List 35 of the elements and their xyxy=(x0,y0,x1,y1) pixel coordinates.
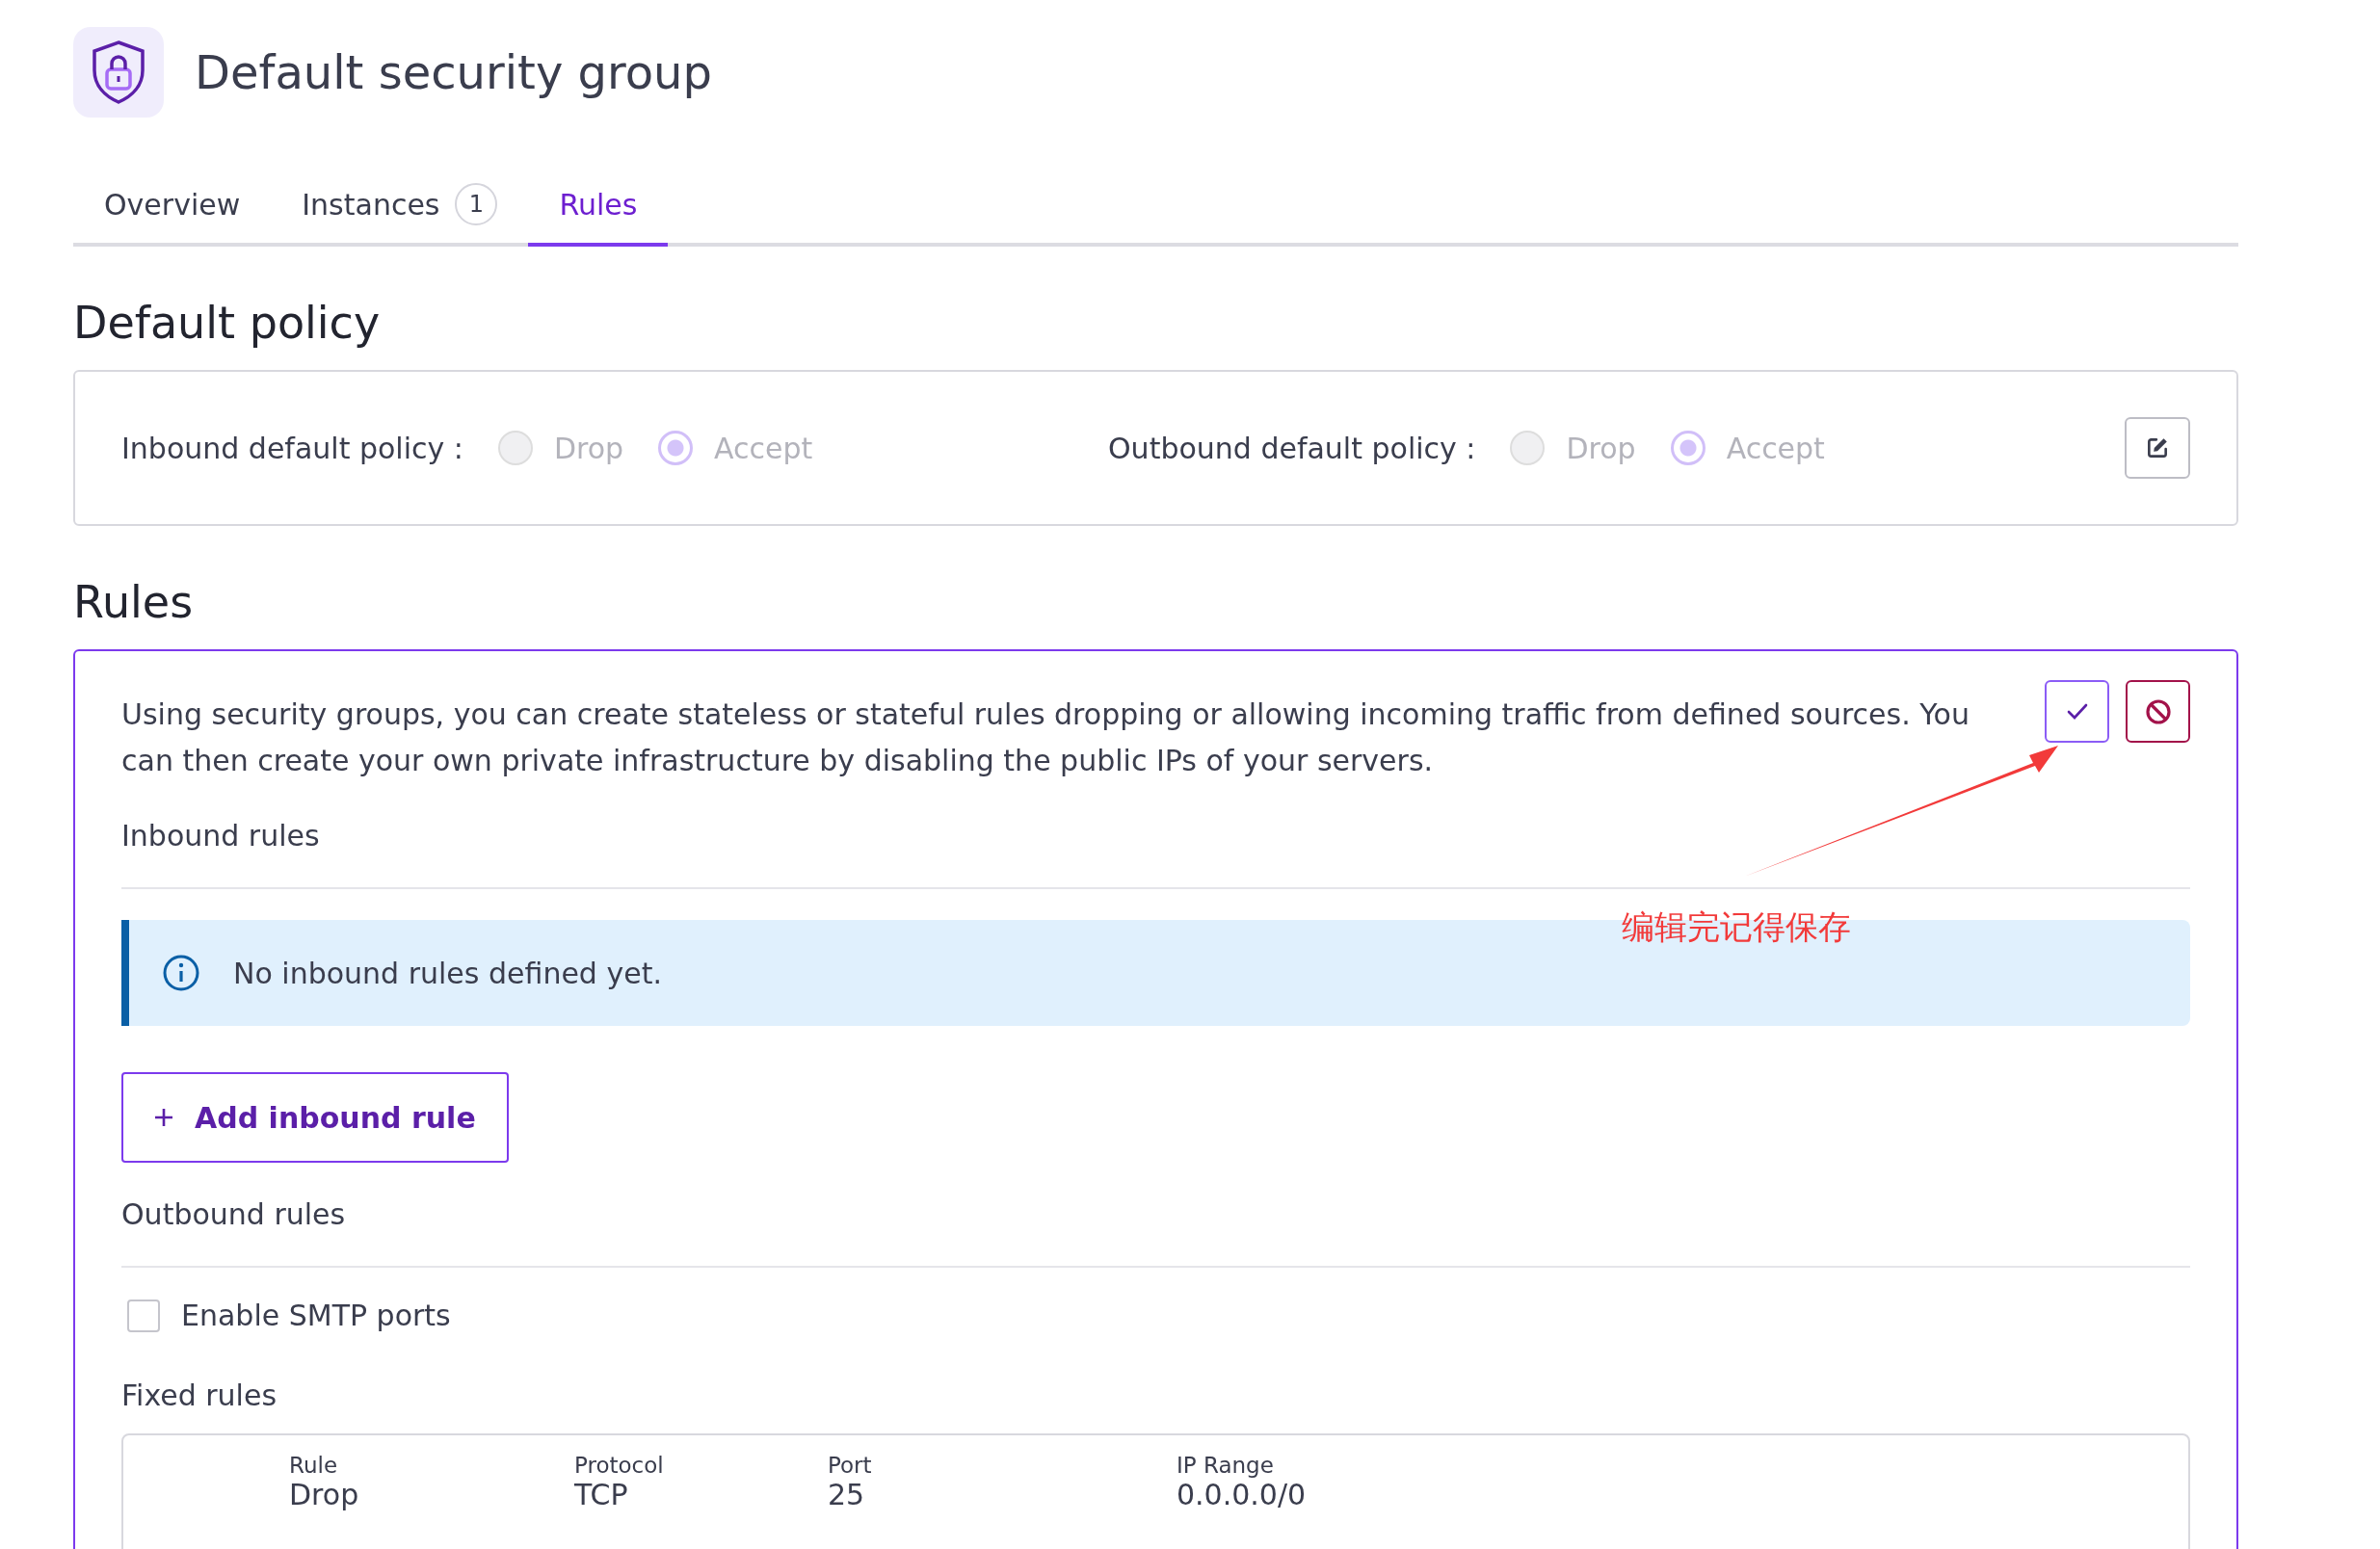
description-text: Using security groups, you can create stateless or stateful rules dropping or allowing incoming traffic from defined sources. You can then create your own private infrastructure by disabling the public IPs of your servers. xyxy=(121,696,1970,779)
subsection-title: Inbound rules xyxy=(121,819,321,853)
table-cell-text: TCP xyxy=(574,1478,629,1511)
count-badge: 1 xyxy=(455,183,498,225)
edit-icon xyxy=(2145,435,2170,460)
column-header: Protocol xyxy=(574,1453,665,1478)
tab[interactable]: Rules xyxy=(528,171,669,247)
table-cell-text: Drop xyxy=(289,1478,360,1511)
policy-label: Outbound default policy : xyxy=(1108,431,1476,465)
tab[interactable]: Instances 1 xyxy=(271,171,529,247)
confirm-button[interactable] xyxy=(2045,680,2109,743)
section-heading: Rules xyxy=(73,576,195,628)
table-cell: 0.0.0.0/0 xyxy=(1177,1478,1307,1511)
column-header: IP Range xyxy=(1177,1453,1274,1478)
policy-label: Inbound default policy : xyxy=(121,431,463,465)
table-cell-text: 25 xyxy=(828,1478,866,1511)
column-header: Rule xyxy=(289,1453,339,1478)
prohibited-icon xyxy=(2143,696,2173,726)
edit-button[interactable] xyxy=(2125,417,2190,479)
checkbox[interactable] xyxy=(127,1299,160,1332)
add-rule-button[interactable]: Add inbound rule xyxy=(121,1072,509,1163)
shield-lock-icon xyxy=(73,27,164,118)
column-header: Port xyxy=(828,1453,873,1478)
section-heading: Default policy xyxy=(73,297,382,349)
info-text: No inbound rules defined yet. xyxy=(233,956,662,990)
checkbox-option[interactable]: Enable SMTP ports xyxy=(127,1299,2190,1332)
check-icon xyxy=(2066,702,2088,721)
subsection-title: Fixed rules xyxy=(121,1378,278,1412)
info-icon xyxy=(162,954,200,992)
page-title: Default security group xyxy=(195,45,712,99)
cancel-button[interactable] xyxy=(2126,680,2190,743)
annotation-text: 编辑完记得保存 xyxy=(1622,906,1851,948)
subsection-title: Outbound rules xyxy=(121,1197,347,1231)
tab[interactable]: Overview xyxy=(73,171,272,247)
plus-icon xyxy=(154,1108,173,1127)
